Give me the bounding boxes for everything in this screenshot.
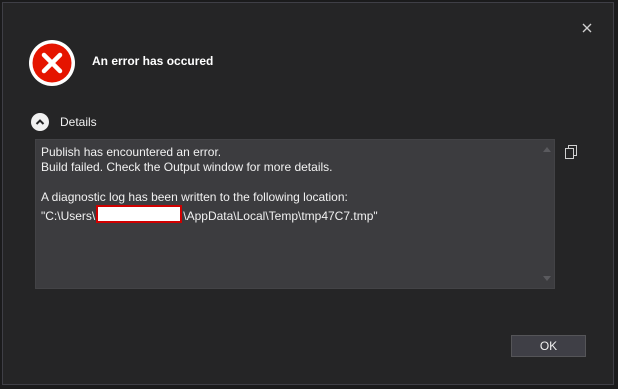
- log-path-prefix: "C:\Users\: [41, 209, 96, 223]
- chevron-up-icon: [31, 113, 49, 131]
- scroll-up-arrow-icon[interactable]: [543, 146, 551, 154]
- log-path-suffix: \AppData\Local\Temp\tmp47C7.tmp": [183, 209, 378, 223]
- message-line-2: Build failed. Check the Output window fo…: [41, 160, 333, 174]
- scroll-down-arrow-icon[interactable]: [543, 274, 551, 282]
- details-text: Publish has encountered an error. Build …: [41, 145, 536, 224]
- details-toggle[interactable]: Details: [31, 112, 97, 132]
- close-icon: [582, 23, 592, 33]
- message-line-3: A diagnostic log has been written to the…: [41, 190, 348, 204]
- error-icon: [29, 40, 75, 86]
- redaction-box: [96, 205, 183, 223]
- details-textbox[interactable]: Publish has encountered an error. Build …: [35, 139, 555, 289]
- message-line-1: Publish has encountered an error.: [41, 145, 222, 159]
- dialog-title: An error has occured: [92, 54, 214, 68]
- ok-button[interactable]: OK: [511, 335, 586, 357]
- copy-icon: [565, 145, 577, 159]
- error-dialog: An error has occured Details Publish has…: [2, 2, 614, 385]
- close-button[interactable]: [576, 17, 598, 39]
- copy-button[interactable]: [564, 144, 578, 160]
- details-label: Details: [60, 115, 97, 129]
- vertical-scrollbar[interactable]: [540, 140, 554, 288]
